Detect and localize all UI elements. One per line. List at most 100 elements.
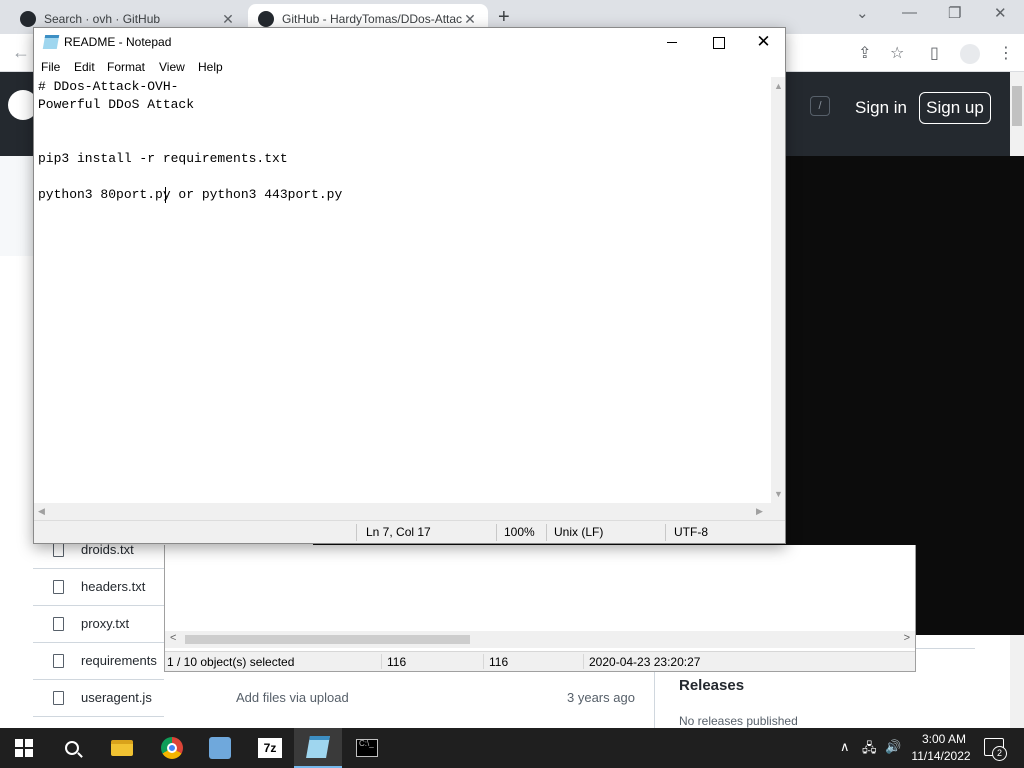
chrome-icon <box>161 737 183 759</box>
file-icon <box>53 580 64 594</box>
clock-date[interactable]: 11/14/2022 <box>906 749 976 763</box>
minimize-button[interactable] <box>649 28 695 57</box>
commit-age: 3 years ago <box>567 690 635 705</box>
left-panel <box>0 156 33 256</box>
sevenzip-status-bar: 1 / 10 object(s) selected 116 116 2020-0… <box>165 651 915 671</box>
file-row[interactable]: headers.txt <box>33 569 164 606</box>
horizontal-scrollbar[interactable]: < > <box>165 631 915 648</box>
menu-format[interactable]: Format <box>107 60 145 74</box>
horizontal-scrollbar[interactable]: ◀ ▶ <box>34 503 771 520</box>
notepad-icon <box>306 736 330 758</box>
clock-time[interactable]: 3:00 AM <box>916 732 972 746</box>
share-icon[interactable]: ⇪ <box>858 43 871 63</box>
maximize-button[interactable] <box>695 28 741 57</box>
tab-title: Search · ovh · GitHub <box>44 12 161 26</box>
search-icon <box>65 741 79 755</box>
search-button[interactable] <box>48 728 96 768</box>
releases-heading[interactable]: Releases <box>679 677 744 694</box>
selection-count: 1 / 10 object(s) selected <box>167 655 295 669</box>
menu-icon[interactable]: ⋮ <box>998 43 1014 63</box>
commit-message[interactable]: Add files via upload <box>236 690 349 705</box>
side-panel-icon[interactable]: ▯ <box>930 43 939 63</box>
notepad-window: README - Notepad ✕ File Edit Format View… <box>33 27 786 544</box>
scroll-up-icon[interactable]: ▲ <box>774 81 783 91</box>
restore-button[interactable]: ❐ <box>948 4 961 22</box>
close-button[interactable]: ✕ <box>741 28 786 57</box>
vertical-scrollbar[interactable]: ▲ ▼ <box>771 77 785 503</box>
windows-logo-icon <box>15 739 33 757</box>
7zip-icon: 7z <box>258 738 282 758</box>
notepad-icon <box>42 35 60 49</box>
new-tab-button[interactable]: + <box>498 6 510 29</box>
start-button[interactable] <box>0 728 48 768</box>
tab-search-chevron-icon[interactable]: ⌄ <box>856 4 869 22</box>
text-caret <box>165 187 166 203</box>
taskbar: 7z C:\_ ∧ 🖧 🔊 3:00 AM 11/14/2022 2 <box>0 728 1024 768</box>
taskbar-file-explorer[interactable] <box>98 728 146 768</box>
close-window-button[interactable]: ✕ <box>994 4 1007 22</box>
file-name[interactable]: proxy.txt <box>81 616 129 631</box>
cursor-position: Ln 7, Col 17 <box>366 525 431 539</box>
taskbar-chrome[interactable] <box>148 728 196 768</box>
scrollbar-thumb[interactable] <box>185 635 470 644</box>
sign-up-button[interactable]: Sign up <box>919 92 991 124</box>
divider <box>496 524 497 541</box>
menu-file[interactable]: File <box>41 60 60 74</box>
folder-icon <box>111 740 133 756</box>
menu-help[interactable]: Help <box>198 60 223 74</box>
file-name[interactable]: requirements <box>81 653 157 668</box>
divider <box>654 672 655 728</box>
network-icon[interactable]: 🖧 <box>862 739 877 761</box>
window-title: README - Notepad <box>64 35 172 49</box>
text-line: Powerful DDoS Attack <box>38 97 195 112</box>
scroll-left-icon[interactable]: < <box>170 632 176 644</box>
zoom-level: 100% <box>504 525 535 539</box>
show-hidden-icons-chevron-icon[interactable]: ∧ <box>840 739 850 755</box>
tab-title: GitHub - HardyTomas/DDos-Attac <box>282 12 462 26</box>
menu-bar: File Edit Format View Help <box>34 57 785 77</box>
taskbar-7zip[interactable]: 7z <box>246 728 294 768</box>
back-arrow-icon[interactable]: ← <box>12 42 30 63</box>
scroll-right-icon[interactable]: > <box>904 632 910 644</box>
profile-icon[interactable] <box>960 44 980 64</box>
file-row[interactable]: proxy.txt <box>33 606 164 643</box>
taskbar-command-prompt[interactable]: C:\_ <box>343 728 391 768</box>
volume-icon[interactable]: 🔊 <box>885 739 901 755</box>
github-icon <box>20 11 36 27</box>
page-scrollbar-thumb[interactable] <box>1012 86 1022 126</box>
file-name[interactable]: droids.txt <box>81 542 134 557</box>
search-shortcut-key[interactable]: / <box>810 96 830 116</box>
file-icon <box>53 617 64 631</box>
menu-view[interactable]: View <box>159 60 185 74</box>
modified-date: 2020-04-23 23:20:27 <box>589 655 701 669</box>
text-line: pip3 install -r requirements.txt <box>38 151 288 166</box>
notepad-title-bar[interactable]: README - Notepad ✕ <box>34 28 785 57</box>
taskbar-tools[interactable] <box>196 728 244 768</box>
divider <box>583 654 584 669</box>
text-line: python3 80port.py or python3 443port.py <box>38 187 343 202</box>
close-tab-icon[interactable]: ✕ <box>220 11 236 28</box>
divider <box>483 654 484 669</box>
star-icon[interactable]: ☆ <box>890 43 904 63</box>
file-icon <box>53 543 64 557</box>
scroll-down-icon[interactable]: ▼ <box>774 489 783 499</box>
file-row[interactable]: useragent.js <box>33 680 164 717</box>
scroll-right-icon[interactable]: ▶ <box>756 506 763 517</box>
sign-in-link[interactable]: Sign in <box>855 98 907 118</box>
scroll-left-icon[interactable]: ◀ <box>38 506 45 517</box>
line-ending: Unix (LF) <box>554 525 604 539</box>
encoding: UTF-8 <box>674 525 708 539</box>
minimize-button[interactable]: — <box>902 4 917 21</box>
sevenzip-file-pane: < > 1 / 10 object(s) selected 116 116 20… <box>164 545 916 672</box>
divider <box>546 524 547 541</box>
github-icon <box>258 11 274 27</box>
menu-edit[interactable]: Edit <box>74 60 95 74</box>
text-editor[interactable]: # DDos-Attack-OVH- Powerful DDoS Attack … <box>34 77 771 503</box>
file-row[interactable]: requirements <box>33 643 164 680</box>
close-tab-icon[interactable]: ✕ <box>462 11 478 28</box>
resize-grip[interactable] <box>771 503 785 520</box>
file-name[interactable]: useragent.js <box>81 690 152 705</box>
taskbar-notepad[interactable] <box>294 728 342 768</box>
divider <box>381 654 382 669</box>
file-name[interactable]: headers.txt <box>81 579 145 594</box>
